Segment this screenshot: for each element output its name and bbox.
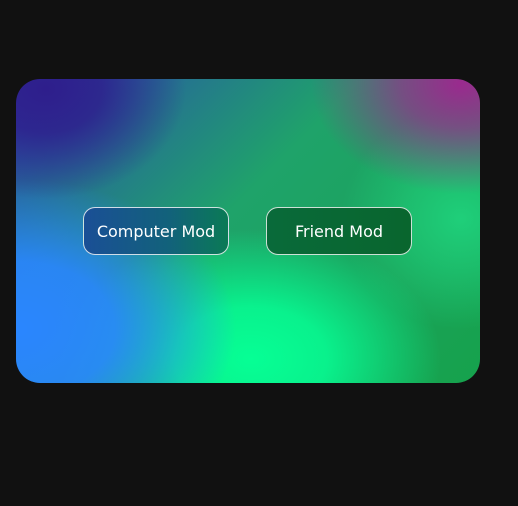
computer-mode-button[interactable]: Computer Mod xyxy=(83,207,229,255)
mode-select-card: Computer Mod Friend Mod xyxy=(16,79,480,383)
friend-mode-button[interactable]: Friend Mod xyxy=(266,207,412,255)
